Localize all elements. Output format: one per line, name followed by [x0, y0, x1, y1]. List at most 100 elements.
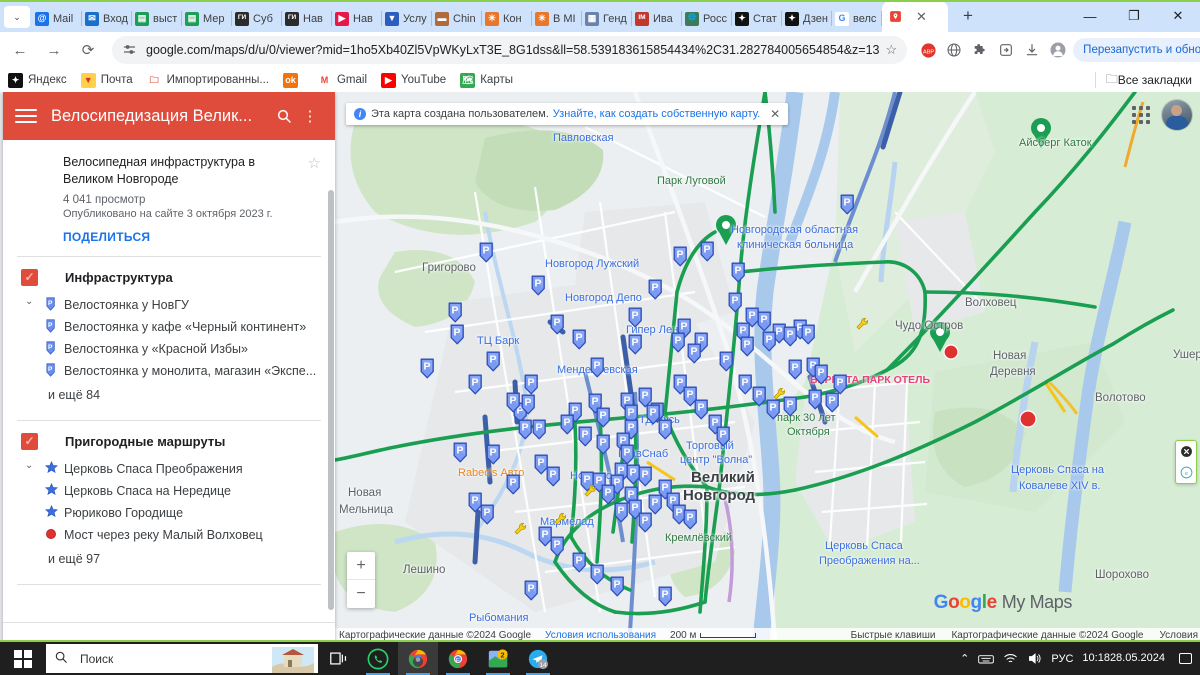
parking-marker-icon[interactable]: P	[589, 357, 606, 378]
bookmark-4[interactable]: M Gmail	[316, 72, 367, 88]
more-items-label[interactable]: и ещё 97	[3, 552, 335, 566]
parking-marker-icon[interactable]: P	[670, 332, 687, 353]
translate-extension-icon[interactable]	[941, 37, 967, 63]
parking-marker-icon[interactable]: P	[485, 351, 502, 372]
clock[interactable]: 10:18 28.05.2024	[1082, 652, 1165, 665]
all-bookmarks-area[interactable]: 🗀 Все закладки	[1094, 69, 1192, 91]
task-view-icon[interactable]	[318, 642, 358, 675]
keyboard-icon[interactable]	[978, 653, 995, 665]
zoom-in-button[interactable]: +	[347, 552, 375, 580]
layer-checkbox[interactable]	[21, 432, 38, 450]
whatsapp-icon[interactable]	[358, 642, 398, 675]
tab-active-mymaps[interactable]: ✕	[882, 1, 948, 32]
parking-marker-icon[interactable]: P	[545, 466, 562, 487]
parking-marker-icon[interactable]: P	[447, 302, 464, 323]
maps-app-icon[interactable]: 2	[478, 642, 518, 675]
bookmark-1[interactable]: ▼ Почта	[80, 72, 133, 88]
sidebar-scrollbar[interactable]	[328, 190, 334, 610]
zoom-out-button[interactable]: −	[347, 580, 375, 608]
wifi-icon[interactable]	[1003, 652, 1018, 665]
window-maximize-button[interactable]: ❐	[1112, 0, 1156, 32]
parking-marker-icon[interactable]: P	[715, 426, 732, 447]
windows-start-icon[interactable]	[0, 642, 46, 675]
parking-marker-icon[interactable]: P	[782, 326, 799, 347]
bookmark-5[interactable]: ▶ YouTube	[381, 72, 446, 88]
address-bar[interactable]: google.com/maps/d/u/0/viewer?mid=1ho5Xb4…	[112, 36, 908, 64]
parking-marker-icon[interactable]: P	[627, 334, 644, 355]
bookmark-0[interactable]: ✦ Яндекс	[8, 72, 67, 88]
parking-marker-icon[interactable]: P	[787, 359, 804, 380]
parking-marker-icon[interactable]: P	[682, 509, 699, 530]
tab-12[interactable]: IM Ива	[632, 5, 682, 32]
language-indicator[interactable]: РУС	[1051, 653, 1073, 665]
tray-chevron-icon[interactable]: ⌃	[960, 652, 969, 665]
repair-marker-icon[interactable]	[772, 387, 786, 401]
tab-0[interactable]: @ Mail	[32, 5, 82, 32]
parking-marker-icon[interactable]: P	[800, 324, 817, 345]
reload-button[interactable]: ⟳	[74, 36, 102, 64]
list-item[interactable]: P Велостоянка у монолита, магазин «Экспе.…	[31, 360, 335, 382]
parking-marker-icon[interactable]: P	[595, 434, 612, 455]
parking-marker-icon[interactable]: P	[485, 444, 502, 465]
parking-marker-icon[interactable]: P	[523, 374, 540, 395]
parking-marker-icon[interactable]: P	[761, 331, 778, 352]
banner-close-icon[interactable]: ✕	[770, 107, 780, 121]
forward-button[interactable]: →	[40, 36, 68, 64]
tab-7[interactable]: ▼ Услу	[382, 5, 432, 32]
parking-marker-icon[interactable]: P	[571, 552, 588, 573]
taskbar-search-input[interactable]: Поиск	[46, 644, 318, 673]
parking-marker-icon[interactable]: P	[449, 324, 466, 345]
parking-marker-icon[interactable]: P	[739, 336, 756, 357]
tab-search-chevron-icon[interactable]: ⌄	[4, 6, 30, 28]
window-close-button[interactable]: ✕	[1156, 0, 1200, 32]
tab-close-button[interactable]: ✕	[916, 10, 927, 23]
kebab-menu-icon[interactable]: ⋮	[297, 103, 323, 129]
tab-6[interactable]: ▶ Нав	[332, 5, 382, 32]
chevron-down-icon[interactable]: ⌄	[3, 458, 33, 546]
bookmark-3[interactable]: ok	[282, 72, 303, 88]
tab-1[interactable]: ✉ Вход	[82, 5, 132, 32]
chrome-icon[interactable]: E	[438, 642, 478, 675]
parking-marker-icon[interactable]: P	[478, 242, 495, 263]
share-button[interactable]: ПОДЕЛИТЬСЯ	[63, 230, 319, 244]
parking-marker-icon[interactable]: P	[699, 241, 716, 262]
search-icon[interactable]	[271, 103, 297, 129]
notification-icon[interactable]	[1179, 653, 1192, 664]
parking-marker-icon[interactable]: P	[718, 351, 735, 372]
back-button[interactable]: ←	[6, 36, 34, 64]
parking-marker-icon[interactable]: P	[824, 392, 841, 413]
parking-marker-icon[interactable]: P	[419, 358, 436, 379]
tab-14[interactable]: ✦ Стат	[732, 5, 782, 32]
parking-marker-icon[interactable]: P	[467, 374, 484, 395]
parking-marker-icon[interactable]: P	[549, 314, 566, 335]
share-extension-icon[interactable]	[993, 37, 1019, 63]
chrome-incognito-icon[interactable]	[398, 642, 438, 675]
parking-marker-icon[interactable]: P	[520, 394, 537, 415]
parking-marker-icon[interactable]: P	[627, 307, 644, 328]
adblock-extension-icon[interactable]: ABP	[915, 37, 941, 63]
parking-marker-icon[interactable]: P	[832, 374, 849, 395]
parking-marker-icon[interactable]: P	[595, 407, 612, 428]
chevron-down-icon[interactable]: ⌄	[3, 294, 33, 382]
list-item[interactable]: Церковь Спаса на Нередице	[31, 480, 335, 502]
parking-marker-icon[interactable]: P	[839, 194, 856, 215]
apps-grid-icon[interactable]	[1130, 104, 1152, 126]
repair-marker-icon[interactable]	[553, 512, 567, 526]
profile-avatar-icon[interactable]	[1045, 37, 1071, 63]
repair-marker-icon[interactable]	[513, 522, 527, 536]
tab-13[interactable]: 🌐 Росс	[682, 5, 732, 32]
tab-3[interactable]: ▤ Мер	[182, 5, 232, 32]
parking-marker-icon[interactable]: P	[577, 426, 594, 447]
parking-marker-icon[interactable]: P	[549, 536, 566, 557]
edge-browser-icon[interactable]: e	[1176, 462, 1196, 483]
volume-icon[interactable]	[1027, 652, 1042, 665]
parking-marker-icon[interactable]: P	[571, 329, 588, 350]
parking-marker-icon[interactable]: P	[452, 442, 469, 463]
parking-marker-icon[interactable]: P	[727, 292, 744, 313]
footer-right-terms[interactable]: Условия	[1159, 630, 1198, 641]
bookmark-star-icon[interactable]: ☆	[886, 42, 898, 58]
downloads-icon[interactable]	[1019, 37, 1045, 63]
user-avatar[interactable]	[1162, 100, 1192, 130]
shortcuts-label[interactable]: Быстрые клавиши	[851, 630, 936, 641]
list-item[interactable]: P Велостоянка у НовГУ	[31, 294, 335, 316]
